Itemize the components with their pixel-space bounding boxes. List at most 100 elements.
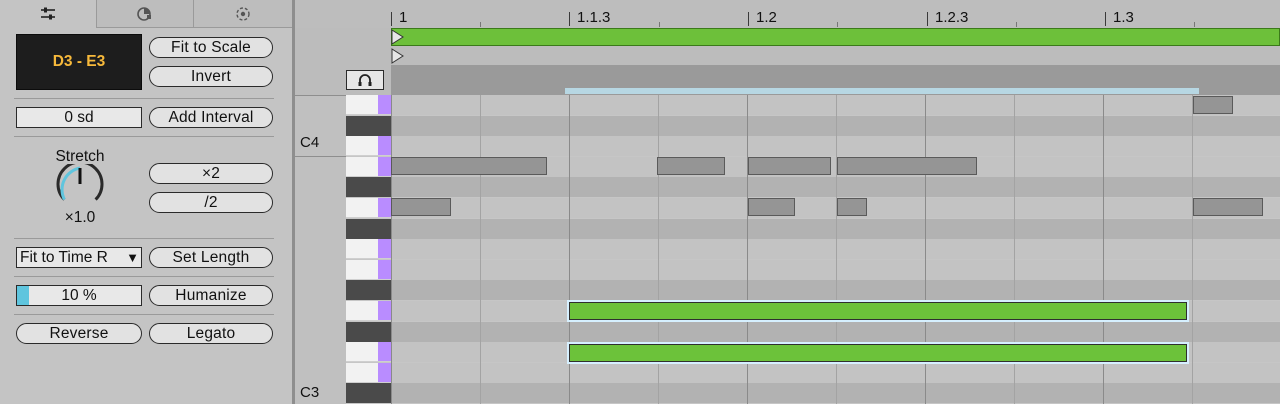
pitch-label-c4: C4: [300, 134, 320, 151]
time-ruler[interactable]: 1 1.1.3 1.2 1.2.3 1.3: [295, 0, 1280, 28]
ruler-tick: [391, 12, 392, 26]
white-key[interactable]: [346, 363, 391, 383]
key-lane-indicator: [378, 322, 391, 342]
headphones-icon: [358, 74, 372, 86]
white-key[interactable]: [346, 260, 391, 280]
midi-note-editor: 1 1.1.3 1.2 1.2.3 1.3 C4 C3: [295, 0, 1280, 404]
midi-note[interactable]: [657, 157, 725, 175]
midi-note-selected[interactable]: [569, 344, 1187, 362]
white-key[interactable]: [346, 95, 391, 115]
grid-line: [1192, 95, 1193, 404]
key-lane-indicator: [378, 95, 391, 114]
black-key[interactable]: [346, 280, 391, 300]
piano-keyboard[interactable]: [346, 95, 391, 404]
dropdown-triangle-icon: ▼: [126, 250, 139, 265]
end-marker-icon[interactable]: [391, 48, 405, 64]
ruler-minor-tick: [659, 22, 660, 27]
ruler-label: 1.2.3: [935, 9, 969, 26]
invert-button[interactable]: Invert: [149, 66, 273, 87]
black-key[interactable]: [346, 177, 391, 197]
ruler-tick: [927, 12, 928, 26]
midi-note[interactable]: [748, 157, 831, 175]
key-lane-indicator: [378, 219, 391, 239]
loop-brace-bar[interactable]: [391, 28, 1280, 46]
set-length-button[interactable]: Set Length: [149, 247, 273, 268]
key-lane-indicator: [378, 198, 391, 217]
tab-shape[interactable]: [97, 0, 194, 28]
ruler-minor-tick: [480, 22, 481, 27]
key-lane-indicator: [378, 342, 391, 361]
white-key[interactable]: [346, 136, 391, 156]
divider: [14, 98, 274, 99]
device-panel: D3 - E3 Fit to Scale Invert 0 sd Add Int…: [0, 0, 292, 404]
legato-button[interactable]: Legato: [149, 323, 273, 344]
fit-mode-select[interactable]: Fit to Time R ▼: [16, 247, 142, 268]
black-key[interactable]: [346, 383, 391, 403]
key-lane-indicator: [378, 280, 391, 300]
key-lane-indicator: [378, 383, 391, 403]
grid-line: [391, 95, 392, 404]
note-grid[interactable]: [391, 95, 1280, 404]
ruler-minor-tick: [1016, 22, 1017, 27]
ruler-minor-tick: [837, 22, 838, 27]
sliders-icon: [41, 7, 55, 20]
white-key[interactable]: [346, 157, 391, 177]
key-lane-indicator: [378, 260, 391, 279]
ruler-label: 1.3: [1113, 9, 1134, 26]
black-key[interactable]: [346, 219, 391, 239]
shape-icon: [137, 6, 151, 21]
humanize-amount-slider[interactable]: 10 %: [16, 285, 142, 306]
ruler-label: 1.2: [756, 9, 777, 26]
grid-line: [480, 95, 481, 404]
fit-to-scale-button[interactable]: Fit to Scale: [149, 37, 273, 58]
midi-note[interactable]: [1193, 198, 1263, 216]
humanize-button[interactable]: Humanize: [149, 285, 273, 306]
ruler-minor-tick: [1194, 22, 1195, 27]
divider: [14, 238, 274, 239]
stretch-knob[interactable]: [54, 164, 106, 210]
ruler-label: 1: [399, 9, 408, 26]
black-key[interactable]: [346, 322, 391, 342]
pitch-range-display: D3 - E3: [16, 34, 142, 90]
key-lane-indicator: [378, 157, 391, 176]
white-key[interactable]: [346, 198, 391, 218]
key-lane-indicator: [378, 301, 391, 320]
tab-transform[interactable]: [0, 0, 97, 28]
midi-note[interactable]: [391, 157, 547, 175]
ruler-tick: [1105, 12, 1106, 26]
black-key[interactable]: [346, 116, 391, 136]
divider: [14, 136, 274, 137]
white-key[interactable]: [346, 239, 391, 259]
divider: [14, 276, 274, 277]
preview-button[interactable]: [346, 70, 384, 90]
tab-generate[interactable]: [194, 0, 292, 28]
midi-note-selected[interactable]: [569, 302, 1187, 320]
pitch-label-column: C4 C3: [295, 95, 346, 404]
add-interval-button[interactable]: Add Interval: [149, 107, 273, 128]
ruler-tick: [569, 12, 570, 26]
white-key[interactable]: [346, 301, 391, 321]
key-lane-indicator: [378, 239, 391, 258]
double-button[interactable]: ×2: [149, 163, 273, 184]
midi-note[interactable]: [1193, 96, 1233, 114]
ruler-label: 1.1.3: [577, 9, 611, 26]
key-lane-indicator: [378, 116, 391, 136]
key-lane-indicator: [378, 363, 391, 382]
divider: [14, 314, 274, 315]
key-lane-indicator: [378, 177, 391, 197]
time-selection-marker[interactable]: [565, 88, 1199, 94]
clip-overview: [295, 28, 1280, 95]
interval-field[interactable]: 0 sd: [16, 107, 142, 128]
stretch-value: ×1.0: [64, 209, 96, 226]
white-key[interactable]: [346, 342, 391, 362]
midi-note[interactable]: [837, 198, 867, 216]
midi-note[interactable]: [837, 157, 977, 175]
start-marker-icon[interactable]: [391, 29, 405, 45]
reverse-button[interactable]: Reverse: [16, 323, 142, 344]
octave-divider: [295, 156, 346, 157]
key-lane-indicator: [378, 136, 391, 155]
midi-note[interactable]: [391, 198, 451, 216]
ruler-tick: [748, 12, 749, 26]
half-button[interactable]: /2: [149, 192, 273, 213]
midi-note[interactable]: [748, 198, 795, 216]
